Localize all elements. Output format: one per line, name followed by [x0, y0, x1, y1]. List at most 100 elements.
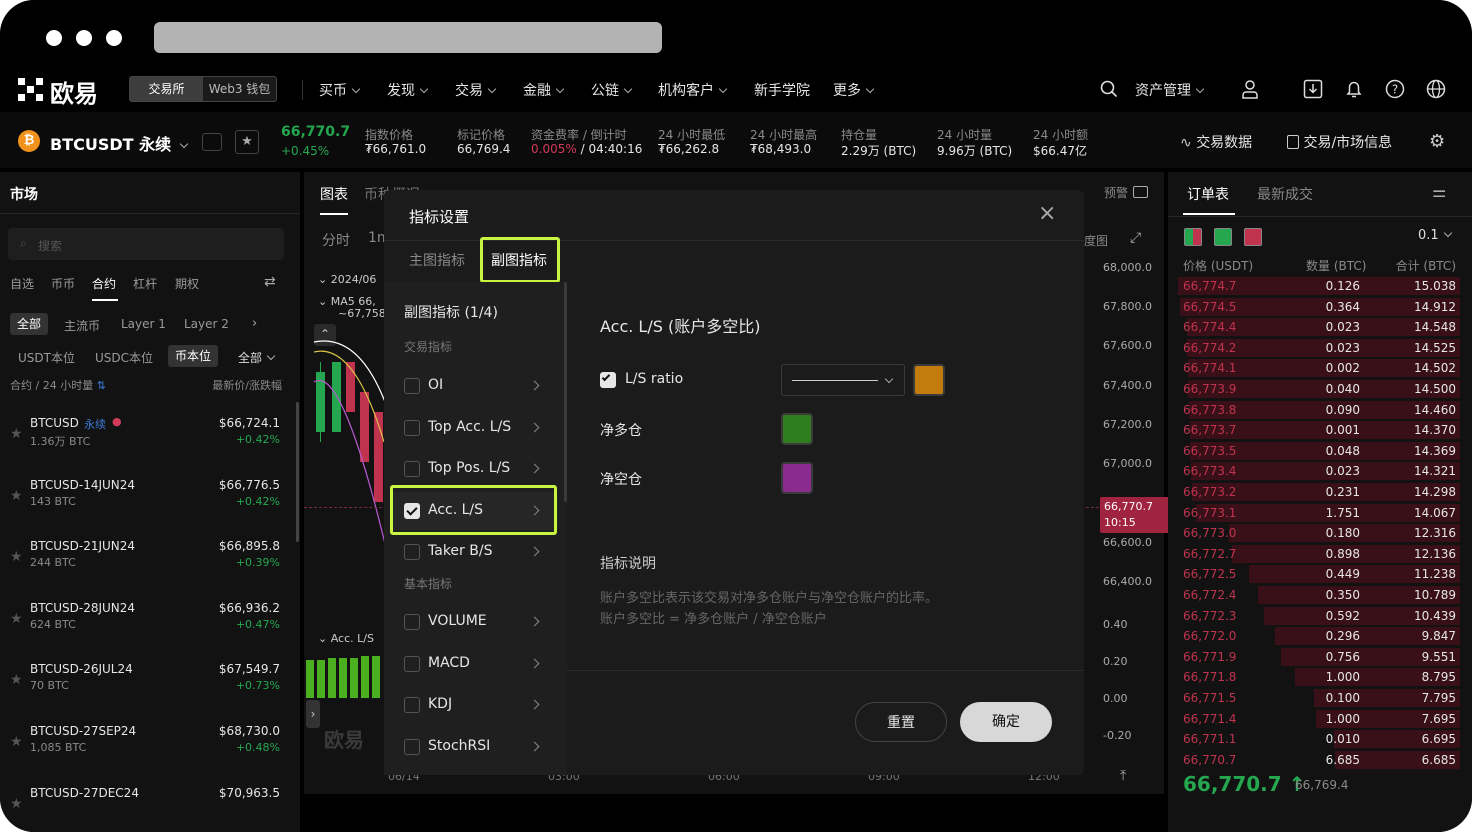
market-row[interactable]: ★ BTCUSD-27DEC24 $70,963.5 [8, 778, 284, 832]
favorite-star-icon[interactable]: ★ [10, 672, 23, 688]
ask-row[interactable]: 66,773.1 1.751 14.067 [1175, 503, 1460, 523]
favorite-star-icon[interactable]: ★ [10, 734, 23, 750]
address-bar[interactable] [154, 22, 662, 53]
ask-row[interactable]: 66,773.2 0.231 14.298 [1175, 482, 1460, 502]
indicator-item-taker-bs[interactable]: Taker B/S [390, 533, 558, 571]
filter-layer2[interactable]: Layer 2 [184, 317, 229, 331]
favorite-star-icon[interactable]: ★ [10, 796, 23, 812]
window-minimize-dot[interactable] [76, 30, 92, 46]
user-icon[interactable] [1240, 79, 1260, 102]
favorite-star-icon[interactable]: ★ [10, 549, 23, 565]
market-row[interactable]: ★ BTCUSD-28JUN24 624 BTC $66,936.2 +0.47% [8, 593, 284, 653]
ask-row[interactable]: 66,772.4 0.350 10.789 [1175, 585, 1460, 605]
view-asks-icon[interactable] [1244, 228, 1262, 246]
subfilter-all[interactable]: 全部 [238, 349, 276, 366]
ls-ratio-color-swatch[interactable] [913, 364, 945, 396]
window-maximize-dot[interactable] [106, 30, 122, 46]
favorite-star-icon[interactable]: ★ [235, 130, 259, 154]
ask-row[interactable]: 66,774.4 0.023 14.548 [1175, 317, 1460, 337]
index-price-label[interactable]: 指数价格 [365, 126, 413, 143]
indicator-item-macd[interactable]: MACD [390, 645, 558, 683]
tab-chart[interactable]: 图表 [320, 184, 348, 204]
indicator-item-top-acc-ls[interactable]: Top Acc. L/S [390, 409, 558, 447]
col-price-change[interactable]: 最新价/涨跌幅 [212, 377, 282, 393]
indicator-item-stochrsi[interactable]: StochRSI [390, 728, 558, 766]
ask-row[interactable]: 66,773.4 0.023 14.321 [1175, 461, 1460, 481]
favorite-star-icon[interactable]: ★ [10, 611, 23, 627]
ask-row[interactable]: 66,773.7 0.001 14.370 [1175, 420, 1460, 440]
checkbox[interactable] [404, 378, 420, 394]
settings-gear-icon[interactable]: ⚙ [1429, 131, 1445, 152]
download-icon[interactable] [1303, 79, 1323, 102]
swap-icon[interactable]: ⇄ [264, 274, 276, 290]
interval-line[interactable]: 分时 [322, 230, 350, 250]
market-row[interactable]: ★ BTCUSD 永续 ● 1.36万 BTC $66,724.1 +0.42% [8, 408, 284, 468]
expand-left-icon[interactable]: › [306, 700, 320, 728]
web3-wallet-tab[interactable]: Web3 钱包 [203, 77, 276, 101]
exchange-tab[interactable]: 交易所 [130, 77, 203, 101]
search-icon[interactable] [1100, 80, 1118, 101]
ask-row[interactable]: 66,774.2 0.023 14.525 [1175, 338, 1460, 358]
okx-logo-icon[interactable] [18, 78, 44, 102]
depth-chart-tab[interactable]: 度图 [1084, 232, 1108, 249]
market-row[interactable]: ★ BTCUSD-27SEP24 1,085 BTC $68,730.0 +0.48% [8, 716, 284, 776]
precision-select[interactable]: 0.1 [1418, 228, 1452, 243]
nav-institutional[interactable]: 机构客户 [658, 80, 728, 100]
subfilter-coin[interactable]: 币本位 [168, 345, 218, 367]
symbol-selector[interactable]: BTCUSDT 永续 [50, 131, 189, 155]
nav-discover[interactable]: 发现 [387, 80, 429, 100]
list-scrollbar[interactable] [564, 282, 567, 502]
tab-recent-trades[interactable]: 最新成交 [1257, 184, 1313, 204]
nav-buy-crypto[interactable]: 买币 [319, 80, 361, 100]
tab-options[interactable]: 期权 [175, 275, 199, 292]
brand-name[interactable]: 欧易 [50, 74, 98, 109]
scroll-to-latest-icon[interactable]: ⤒ [1120, 768, 1126, 784]
confirm-button[interactable]: 确定 [960, 702, 1052, 742]
checkbox[interactable] [404, 544, 420, 560]
ask-row[interactable]: 66,772.5 0.449 11.238 [1175, 564, 1460, 584]
market-info-button[interactable]: 交易/市场信息 [1287, 132, 1392, 152]
checkbox[interactable] [404, 420, 420, 436]
ask-row[interactable]: 66,771.8 1.000 8.795 [1175, 667, 1460, 687]
ask-row[interactable]: 66,774.7 0.126 15.038 [1175, 276, 1460, 296]
ask-row[interactable]: 66,774.1 0.002 14.502 [1175, 358, 1460, 378]
market-scrollbar[interactable] [296, 402, 299, 542]
tab-futures[interactable]: 合约 [92, 275, 116, 292]
ask-row[interactable]: 66,773.9 0.040 14.500 [1175, 379, 1460, 399]
tab-orderbook[interactable]: 订单表 [1187, 184, 1229, 204]
window-close-dot[interactable] [46, 30, 62, 46]
indicator-item-oi[interactable]: OI [390, 367, 558, 405]
checkbox[interactable] [404, 739, 420, 755]
ask-row[interactable]: 66,771.5 0.100 7.795 [1175, 688, 1460, 708]
help-icon[interactable]: ? [1385, 79, 1405, 102]
line-style-select[interactable] [781, 364, 905, 396]
checkbox[interactable] [404, 614, 420, 630]
ask-row[interactable]: 66,772.7 0.898 12.136 [1175, 544, 1460, 564]
bell-icon[interactable] [1344, 79, 1364, 102]
ask-row[interactable]: 66,774.5 0.364 14.912 [1175, 297, 1460, 317]
close-icon[interactable]: × [1038, 203, 1056, 225]
globe-icon[interactable] [1426, 79, 1446, 102]
checkbox[interactable] [404, 461, 420, 477]
nav-finance[interactable]: 金融 [523, 80, 565, 100]
ask-row[interactable]: 66,773.5 0.048 14.369 [1175, 441, 1460, 461]
ask-row[interactable]: 66,771.1 0.010 6.695 [1175, 729, 1460, 749]
nav-chain[interactable]: 公链 [591, 80, 633, 100]
checkbox[interactable] [404, 697, 420, 713]
ask-row[interactable]: 66,773.0 0.180 12.316 [1175, 523, 1460, 543]
market-row[interactable]: ★ BTCUSD-26JUL24 70 BTC $67,549.7 +0.73% [8, 654, 284, 714]
fullscreen-icon[interactable]: ⤢ [1130, 230, 1141, 246]
ls-ratio-checkbox[interactable] [600, 372, 616, 388]
tab-spot[interactable]: 币币 [51, 275, 75, 292]
nav-more[interactable]: 更多 [833, 80, 875, 100]
tab-favorites[interactable]: 自选 [10, 275, 34, 292]
filter-layer1[interactable]: Layer 1 [121, 317, 166, 331]
favorite-star-icon[interactable]: ★ [10, 426, 23, 442]
ask-row[interactable]: 66,772.0 0.296 9.847 [1175, 626, 1460, 646]
trade-data-button[interactable]: ∿ 交易数据 [1180, 132, 1252, 152]
view-bids-icon[interactable] [1214, 228, 1232, 246]
ask-row[interactable]: 66,773.8 0.090 14.460 [1175, 400, 1460, 420]
subfilter-usdt[interactable]: USDT本位 [18, 349, 75, 366]
indicator-item-top-pos-ls[interactable]: Top Pos. L/S [390, 450, 558, 488]
ask-row[interactable]: 66,772.3 0.592 10.439 [1175, 606, 1460, 626]
